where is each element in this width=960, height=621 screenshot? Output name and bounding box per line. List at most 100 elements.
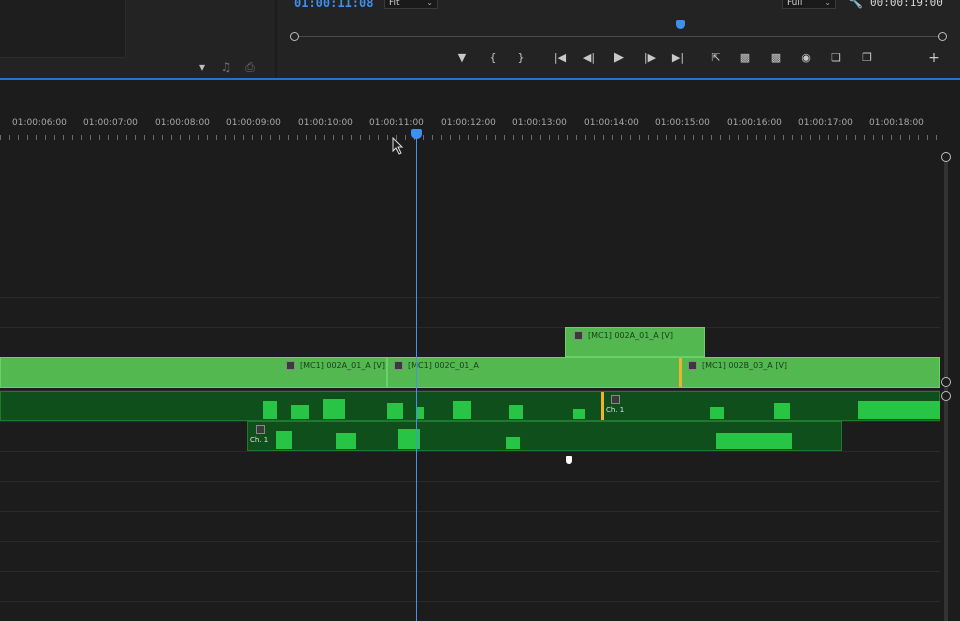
filter-icon[interactable]: ▾	[194, 60, 210, 74]
clip-title: [MC1] 002A_01_A [V]	[574, 331, 673, 340]
fx-badge-icon	[611, 395, 620, 404]
track-divider	[0, 601, 940, 602]
clip-title: [MC1] 002B_03_A [V]	[688, 361, 787, 370]
time-ruler[interactable]: 01:00:06:00 01:00:07:00 01:00:08:00 01:0…	[0, 80, 945, 142]
track-divider	[0, 451, 940, 452]
track-area[interactable]: [MC1] 002A_01_A [V] [MC1] 002A_01_A [V] …	[0, 142, 940, 621]
chevron-down-icon: ⌄	[824, 0, 831, 7]
channel-badge: Ch. 1	[250, 425, 268, 444]
fx-badge-icon	[688, 361, 697, 370]
scroll-handle-middle[interactable]	[941, 377, 951, 387]
waveform-peak	[336, 433, 356, 449]
waveform-peak	[858, 401, 940, 419]
play-icon[interactable]: ▶	[609, 49, 629, 67]
fx-badge-icon	[256, 425, 265, 434]
waveform-peak	[506, 437, 520, 449]
scroll-handle-top[interactable]	[941, 152, 951, 162]
mark-in-icon[interactable]: {	[483, 49, 503, 67]
audio-clip-a1-b[interactable]: Ch. 1	[603, 391, 940, 421]
transport-controls: ▼ { } |◀ ◀| ▶ |▶ ▶| ⇱ ▩ ▩ ◉ ❏ ❐ +	[452, 49, 942, 67]
zoom-handle-right[interactable]	[938, 32, 947, 41]
ruler-label: 01:00:11:00	[369, 118, 424, 128]
settings-wrench-icon[interactable]: 🔧	[848, 0, 863, 9]
clip-title: [MC1] 002A_01_A [V]	[286, 361, 385, 370]
channel-badge: Ch. 1	[606, 395, 624, 414]
extract-icon[interactable]: ▩	[735, 49, 755, 67]
track-divider	[0, 327, 940, 328]
audio-clip-a1-a[interactable]	[0, 391, 603, 421]
playhead-line[interactable]	[416, 132, 417, 621]
audio-clip-a2[interactable]: Ch. 1	[247, 421, 842, 451]
insert-icon[interactable]: ▩	[766, 49, 786, 67]
waveform-peak	[716, 433, 792, 449]
chevron-down-icon: ⌄	[426, 0, 433, 7]
add-button-icon[interactable]: +	[924, 49, 944, 67]
add-marker-icon[interactable]: ▼	[452, 49, 472, 67]
project-thumbnail-area[interactable]	[0, 0, 126, 58]
ruler-label: 01:00:13:00	[512, 118, 567, 128]
scroll-handle-bottom[interactable]	[941, 391, 951, 401]
ruler-label: 01:00:15:00	[655, 118, 710, 128]
ruler-label: 01:00:06:00	[12, 118, 67, 128]
clip-name: [MC1] 002A_01_A [V]	[588, 331, 674, 340]
video-clip-v2[interactable]: [MC1] 002A_01_A [V]	[565, 327, 705, 357]
fx-badge-icon	[574, 331, 583, 340]
video-clip-v1-c[interactable]: [MC1] 002B_03_A [V]	[680, 357, 940, 388]
track-divider	[0, 571, 940, 572]
ruler-label: 01:00:09:00	[226, 118, 281, 128]
video-clip-v1-b[interactable]: [MC1] 002C_01_A	[387, 357, 680, 388]
mark-out-icon[interactable]: }	[511, 49, 531, 67]
new-bin-icon[interactable]: ⎙	[242, 60, 258, 74]
zoom-handle-left[interactable]	[290, 32, 299, 41]
fx-badge-icon	[394, 361, 403, 370]
monitor-scrubber[interactable]	[290, 20, 948, 44]
vertical-scrollbar[interactable]	[940, 152, 952, 621]
playhead-timecode[interactable]: 01:00:11:08	[294, 0, 373, 10]
zoom-fit-value: Fit	[389, 0, 400, 8]
clip-name: [MC1] 002A_01_A [V]	[300, 361, 386, 370]
waveform-peak	[263, 401, 277, 419]
monitor-playhead[interactable]	[676, 20, 685, 29]
edit-point-marker[interactable]	[601, 392, 604, 420]
scrubber-track[interactable]	[298, 36, 940, 37]
waveform-peak	[573, 409, 585, 419]
channel-label: Ch. 1	[250, 436, 269, 444]
channel-label: Ch. 1	[606, 406, 625, 414]
waveform-peak	[387, 403, 403, 419]
automate-icon[interactable]: ♫	[218, 60, 234, 74]
waveform-peak	[453, 401, 471, 419]
waveform-peak	[710, 407, 724, 419]
playhead-handle[interactable]	[411, 129, 422, 139]
ruler-label: 01:00:10:00	[298, 118, 353, 128]
clip-name: [MC1] 002B_03_A [V]	[702, 361, 788, 370]
export-frame-icon[interactable]: ◉	[796, 49, 816, 67]
ruler-label: 01:00:14:00	[584, 118, 639, 128]
overlay-icon[interactable]: ❐	[857, 49, 877, 67]
track-divider	[0, 511, 940, 512]
waveform-peak	[509, 405, 523, 419]
track-divider	[0, 481, 940, 482]
lift-icon[interactable]: ⇱	[706, 49, 726, 67]
waveform-peak	[774, 403, 790, 419]
go-to-in-icon[interactable]: |◀	[550, 49, 570, 67]
fx-badge-icon	[286, 361, 295, 370]
resolution-value: Full	[787, 0, 803, 8]
zoom-fit-dropdown[interactable]: Fit ⌄	[384, 0, 438, 9]
mouse-cursor-icon	[392, 137, 404, 155]
sequence-duration: 00:00:19:00	[870, 0, 943, 9]
waveform-peak	[323, 399, 345, 419]
resolution-dropdown[interactable]: Full ⌄	[782, 0, 836, 9]
waveform-peak	[291, 405, 309, 419]
step-forward-icon[interactable]: |▶	[640, 49, 660, 67]
clip-marker-icon[interactable]	[566, 456, 572, 464]
video-clip-v1-a[interactable]: [MC1] 002A_01_A [V]	[0, 357, 387, 388]
compare-icon[interactable]: ❏	[826, 49, 846, 67]
step-back-icon[interactable]: ◀|	[579, 49, 599, 67]
clip-name: [MC1] 002C_01_A	[408, 361, 479, 370]
ruler-label: 01:00:08:00	[155, 118, 210, 128]
clip-title: [MC1] 002C_01_A	[394, 361, 479, 370]
ruler-label: 01:00:07:00	[83, 118, 138, 128]
edit-point-marker[interactable]	[679, 358, 682, 387]
ruler-label: 01:00:16:00	[727, 118, 782, 128]
go-to-out-icon[interactable]: ▶|	[668, 49, 688, 67]
